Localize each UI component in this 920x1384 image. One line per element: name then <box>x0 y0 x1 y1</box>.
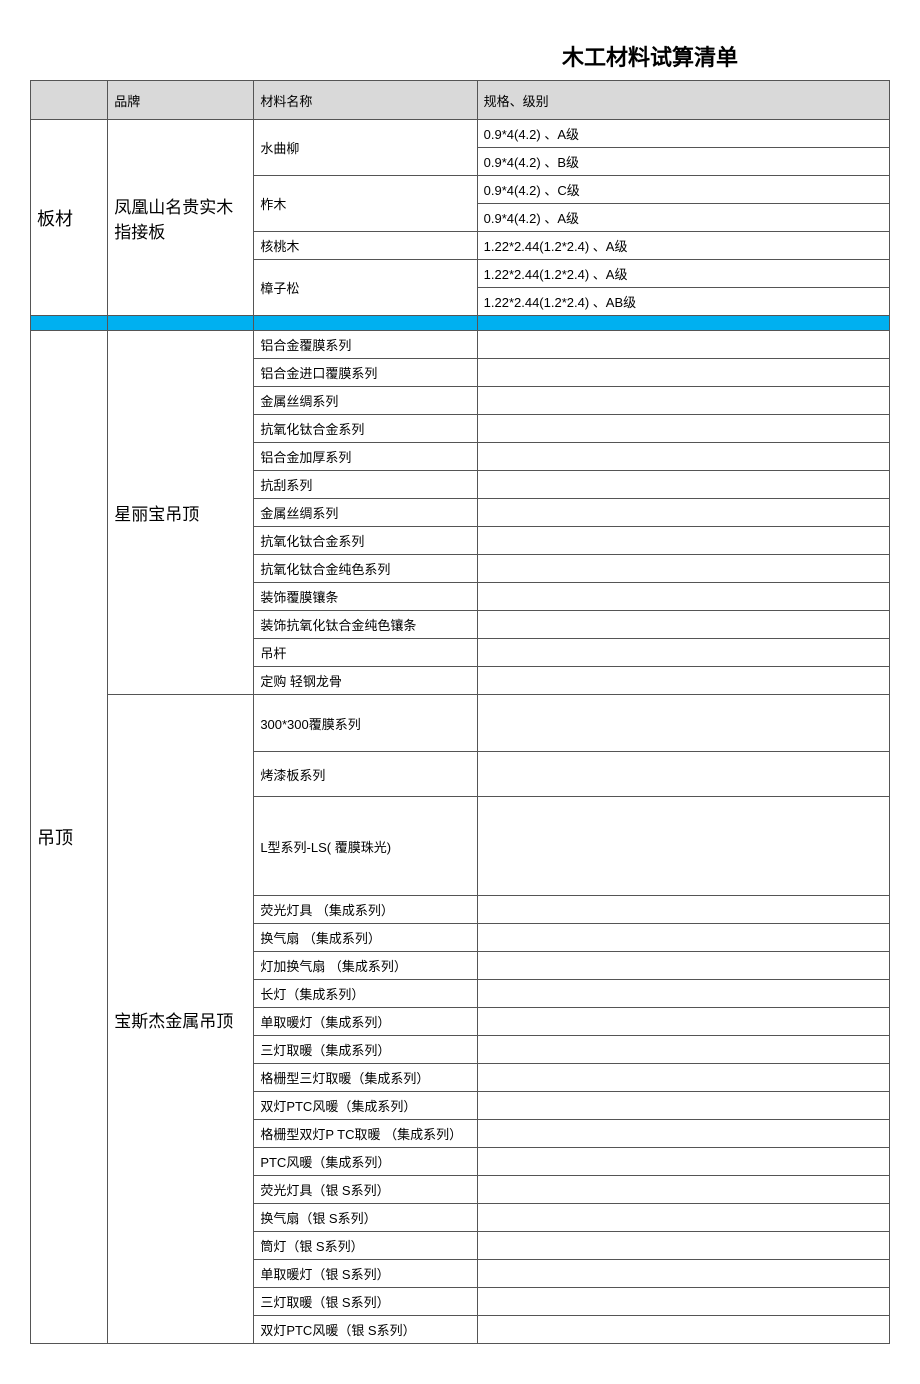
material-cell: 装饰抗氧化钛合金纯色镶条 <box>254 611 477 639</box>
spec-cell <box>477 527 889 555</box>
spec-cell: 0.9*4(4.2) 、C级 <box>477 176 889 204</box>
spec-cell: 1.22*2.44(1.2*2.4) 、A级 <box>477 260 889 288</box>
table-row: 板材 凤凰山名贵实木指接板 水曲柳 0.9*4(4.2) 、A级 <box>31 120 890 148</box>
material-cell: 抗氧化钛合金纯色系列 <box>254 555 477 583</box>
material-cell: 吊杆 <box>254 639 477 667</box>
header-spec: 规格、级别 <box>477 81 889 120</box>
material-cell: 双灯PTC风暖（银 S系列） <box>254 1316 477 1344</box>
material-cell: 铝合金进口覆膜系列 <box>254 359 477 387</box>
category-cell: 板材 <box>31 120 108 316</box>
material-cell: 樟子松 <box>254 260 477 316</box>
separator-row <box>31 316 890 331</box>
brand-cell: 星丽宝吊顶 <box>108 331 254 695</box>
material-cell: 金属丝绸系列 <box>254 499 477 527</box>
spec-cell <box>477 1204 889 1232</box>
material-cell: PTC风暖（集成系列） <box>254 1148 477 1176</box>
material-cell: 筒灯（银 S系列） <box>254 1232 477 1260</box>
material-cell: L型系列-LS( 覆膜珠光) <box>254 797 477 896</box>
spec-cell <box>477 1064 889 1092</box>
spec-cell <box>477 611 889 639</box>
materials-table: 品牌 材料名称 规格、级别 板材 凤凰山名贵实木指接板 水曲柳 0.9*4(4.… <box>30 80 890 1344</box>
spec-cell <box>477 1288 889 1316</box>
spec-cell <box>477 331 889 359</box>
spec-cell <box>477 980 889 1008</box>
spec-cell <box>477 752 889 797</box>
material-cell: 柞木 <box>254 176 477 232</box>
spec-cell: 0.9*4(4.2) 、B级 <box>477 148 889 176</box>
header-row: 品牌 材料名称 规格、级别 <box>31 81 890 120</box>
brand-cell: 凤凰山名贵实木指接板 <box>108 120 254 316</box>
spec-cell <box>477 1316 889 1344</box>
table-row: 吊顶 星丽宝吊顶 铝合金覆膜系列 <box>31 331 890 359</box>
material-cell: 换气扇（银 S系列） <box>254 1204 477 1232</box>
material-cell: 格栅型三灯取暖（集成系列） <box>254 1064 477 1092</box>
header-material: 材料名称 <box>254 81 477 120</box>
spec-cell <box>477 896 889 924</box>
spec-cell: 1.22*2.44(1.2*2.4) 、AB级 <box>477 288 889 316</box>
material-cell: 单取暖灯（集成系列） <box>254 1008 477 1036</box>
header-brand: 品牌 <box>108 81 254 120</box>
material-cell: 灯加换气扇 （集成系列） <box>254 952 477 980</box>
spec-cell <box>477 555 889 583</box>
material-cell: 水曲柳 <box>254 120 477 176</box>
spec-cell <box>477 1120 889 1148</box>
material-cell: 抗刮系列 <box>254 471 477 499</box>
table-row: 宝斯杰金属吊顶 300*300覆膜系列 <box>31 695 890 752</box>
spec-cell <box>477 1260 889 1288</box>
spec-cell <box>477 1232 889 1260</box>
material-cell: 长灯（集成系列） <box>254 980 477 1008</box>
material-cell: 荧光灯具 （集成系列） <box>254 896 477 924</box>
spec-cell <box>477 1036 889 1064</box>
material-cell: 抗氧化钛合金系列 <box>254 527 477 555</box>
spec-cell <box>477 797 889 896</box>
material-cell: 300*300覆膜系列 <box>254 695 477 752</box>
spec-cell <box>477 695 889 752</box>
header-col1 <box>31 81 108 120</box>
spec-cell: 1.22*2.44(1.2*2.4) 、A级 <box>477 232 889 260</box>
spec-cell: 0.9*4(4.2) 、A级 <box>477 204 889 232</box>
material-cell: 装饰覆膜镶条 <box>254 583 477 611</box>
spec-cell <box>477 415 889 443</box>
material-cell: 双灯PTC风暖（集成系列） <box>254 1092 477 1120</box>
spec-cell <box>477 471 889 499</box>
spec-cell: 0.9*4(4.2) 、A级 <box>477 120 889 148</box>
spec-cell <box>477 443 889 471</box>
spec-cell <box>477 1008 889 1036</box>
spec-cell <box>477 1092 889 1120</box>
spec-cell <box>477 1176 889 1204</box>
material-cell: 抗氧化钛合金系列 <box>254 415 477 443</box>
spec-cell <box>477 952 889 980</box>
spec-cell <box>477 387 889 415</box>
spec-cell <box>477 583 889 611</box>
spec-cell <box>477 1148 889 1176</box>
material-cell: 单取暖灯（银 S系列） <box>254 1260 477 1288</box>
material-cell: 核桃木 <box>254 232 477 260</box>
material-cell: 铝合金覆膜系列 <box>254 331 477 359</box>
spec-cell <box>477 499 889 527</box>
material-cell: 定购 轻钢龙骨 <box>254 667 477 695</box>
material-cell: 三灯取暖（银 S系列） <box>254 1288 477 1316</box>
material-cell: 三灯取暖（集成系列） <box>254 1036 477 1064</box>
page-title: 木工材料试算清单 <box>30 40 890 72</box>
material-cell: 铝合金加厚系列 <box>254 443 477 471</box>
category-cell: 吊顶 <box>31 331 108 1344</box>
spec-cell <box>477 639 889 667</box>
material-cell: 金属丝绸系列 <box>254 387 477 415</box>
material-cell: 烤漆板系列 <box>254 752 477 797</box>
spec-cell <box>477 667 889 695</box>
brand-cell: 宝斯杰金属吊顶 <box>108 695 254 1344</box>
material-cell: 荧光灯具（银 S系列） <box>254 1176 477 1204</box>
material-cell: 格栅型双灯P TC取暖 （集成系列） <box>254 1120 477 1148</box>
spec-cell <box>477 359 889 387</box>
spec-cell <box>477 924 889 952</box>
material-cell: 换气扇 （集成系列） <box>254 924 477 952</box>
